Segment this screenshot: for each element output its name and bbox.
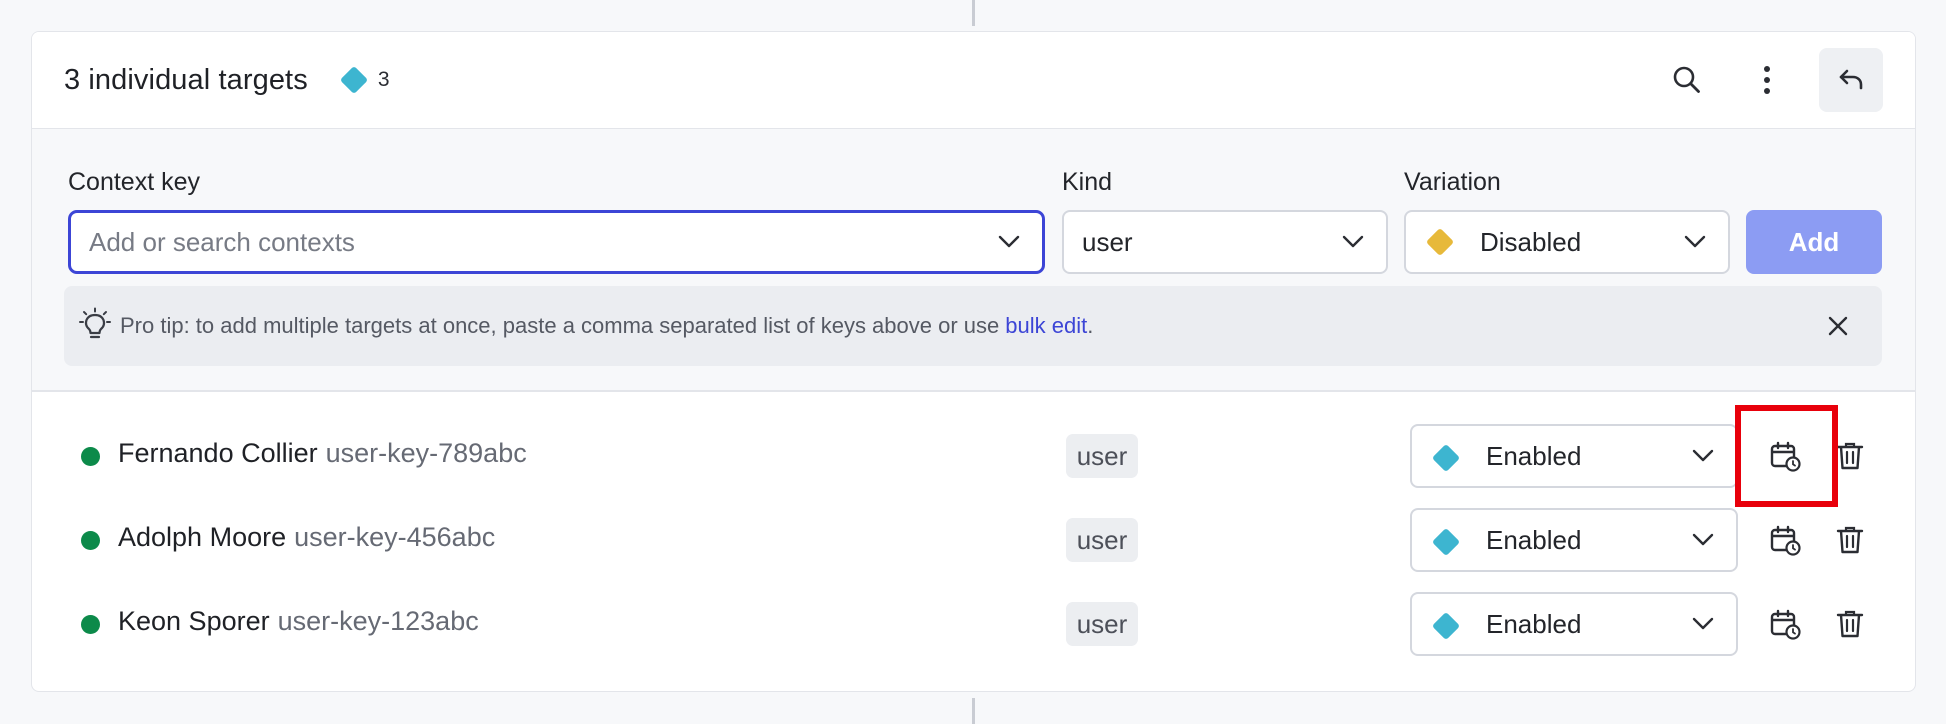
teal-diamond-icon — [1431, 527, 1461, 557]
more-options-button[interactable] — [1735, 48, 1799, 112]
variation-value: Enabled — [1486, 440, 1582, 471]
section-divider — [32, 391, 1915, 392]
delete-target-button[interactable] — [1826, 600, 1874, 648]
header-actions — [1655, 48, 1883, 112]
add-target-button[interactable]: Add — [1746, 210, 1882, 274]
target-display-name: Fernando Collier — [118, 438, 318, 468]
close-icon — [1828, 316, 1848, 336]
teal-diamond-icon — [1431, 443, 1461, 473]
chevron-down-icon — [998, 235, 1020, 248]
lightbulb-icon — [79, 307, 111, 339]
chevron-down-icon — [1692, 533, 1714, 546]
target-row: Keon Sporer user-key-123abc user Enabled — [32, 582, 1915, 666]
kind-tag: user — [1066, 434, 1138, 478]
trash-icon — [1836, 526, 1864, 554]
context-key-label: Context key — [68, 168, 201, 196]
kind-select[interactable]: user — [1062, 210, 1388, 274]
variation-label: Variation — [1404, 168, 1501, 196]
status-dot — [81, 447, 100, 466]
pro-tip-suffix: . — [1087, 313, 1094, 338]
trash-icon — [1836, 610, 1864, 638]
chevron-down-icon — [1692, 449, 1714, 462]
variation-select[interactable]: Enabled — [1410, 508, 1738, 572]
delete-target-button[interactable] — [1826, 516, 1874, 564]
more-vertical-icon — [1764, 66, 1770, 94]
variation-select[interactable]: Enabled — [1410, 592, 1738, 656]
schedule-removal-button[interactable] — [1761, 600, 1809, 648]
chevron-down-icon — [1342, 235, 1364, 248]
search-button[interactable] — [1655, 48, 1719, 112]
target-display-name: Adolph Moore — [118, 522, 287, 552]
context-key-placeholder: Add or search contexts — [89, 226, 355, 257]
pro-tip-text: Pro tip: to add multiple targets at once… — [120, 313, 1000, 338]
chevron-down-icon — [1692, 617, 1714, 630]
variation-value: Enabled — [1486, 524, 1582, 555]
target-name: Keon Sporer user-key-123abc — [118, 606, 479, 637]
undo-icon — [1839, 69, 1863, 90]
target-key: user-key-456abc — [294, 522, 496, 552]
variation-select-value: Disabled — [1480, 226, 1582, 257]
target-count: 3 — [377, 68, 390, 91]
kind-label: Kind — [1062, 168, 1113, 196]
chevron-down-icon — [1684, 235, 1706, 248]
teal-diamond-icon — [339, 65, 368, 95]
target-display-name: Keon Sporer — [118, 606, 270, 636]
kind-tag: user — [1066, 518, 1138, 562]
kind-select-value: user — [1082, 226, 1133, 257]
status-dot — [81, 531, 100, 550]
status-dot — [81, 615, 100, 634]
card-header: 3 individual targets 3 — [32, 32, 1915, 129]
divider-top — [972, 0, 975, 26]
trash-icon — [1836, 442, 1864, 470]
dismiss-tip-button[interactable] — [1818, 306, 1858, 346]
context-key-combobox[interactable]: Add or search contexts — [68, 210, 1045, 274]
calendar-clock-icon — [1770, 525, 1801, 556]
kind-tag: user — [1066, 602, 1138, 646]
highlight-box — [1735, 405, 1838, 507]
variation-select[interactable]: Enabled — [1410, 424, 1738, 488]
target-key: user-key-789abc — [325, 438, 527, 468]
teal-diamond-icon — [1431, 611, 1461, 641]
search-icon — [1673, 66, 1700, 93]
variation-value: Enabled — [1486, 608, 1582, 639]
target-name: Adolph Moore user-key-456abc — [118, 522, 495, 553]
bulk-edit-link[interactable]: bulk edit — [1005, 313, 1087, 339]
card-title: 3 individual targets — [64, 63, 308, 96]
gold-diamond-icon — [1425, 227, 1455, 257]
target-name: Fernando Collier user-key-789abc — [118, 438, 527, 469]
target-key: user-key-123abc — [277, 606, 479, 636]
divider-bottom — [972, 698, 975, 724]
undo-button[interactable] — [1819, 48, 1883, 112]
calendar-clock-icon — [1770, 609, 1801, 640]
target-row: Adolph Moore user-key-456abc user Enabled — [32, 498, 1915, 582]
pro-tip-banner: Pro tip: to add multiple targets at once… — [64, 286, 1882, 366]
schedule-removal-button[interactable] — [1761, 516, 1809, 564]
variation-select[interactable]: Disabled — [1404, 210, 1730, 274]
target-row: Fernando Collier user-key-789abc user Ena… — [32, 414, 1915, 498]
target-count-badge: 3 — [339, 65, 390, 95]
